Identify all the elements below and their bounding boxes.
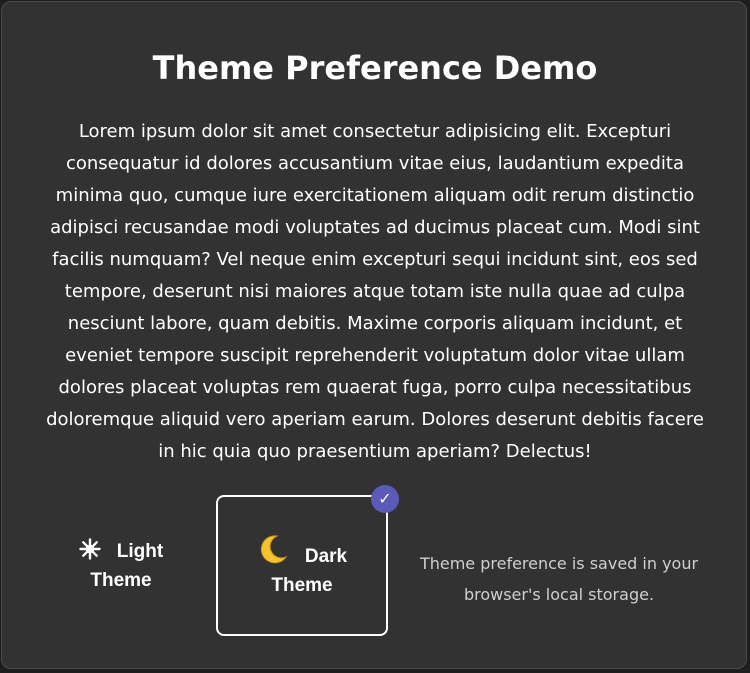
dark-theme-option[interactable]: Dark Theme ✓ [216,485,399,636]
storage-note: Theme preference is saved in your browse… [419,554,699,604]
light-theme-content: Light Theme [66,537,176,594]
selected-check-icon: ✓ [371,485,399,513]
light-theme-option[interactable]: Light Theme [35,495,207,636]
page-title: Theme Preference Demo [152,49,598,87]
sun-icon [79,537,101,568]
theme-demo-card: Theme Preference Demo Lorem ipsum dolor … [1,1,747,669]
lorem-paragraph: Lorem ipsum dolor sit amet consectetur a… [46,121,704,462]
light-theme-label: Light Theme [90,540,164,591]
crescent-moon-icon [257,533,289,573]
dark-theme-content: Dark Theme [247,533,357,599]
